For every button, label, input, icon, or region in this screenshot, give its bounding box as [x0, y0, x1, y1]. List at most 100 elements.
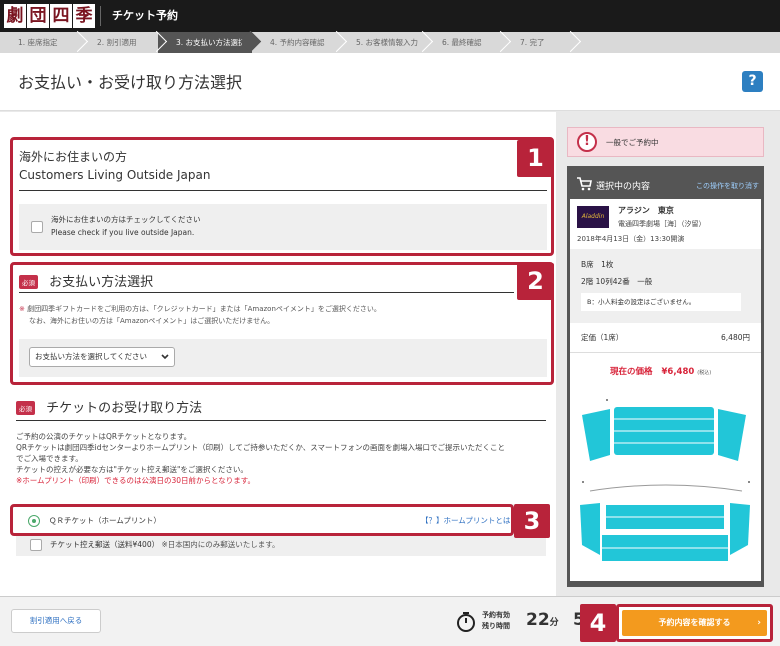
section1-title-ja: 海外にお住まいの方: [19, 150, 128, 164]
top-bar: 劇 団 四 季 チケット予約: [0, 0, 780, 32]
section2-divider: [19, 292, 514, 293]
gift-card-note: ※ 劇団四季ギフトカードをご利用の方は、「クレジットカード」または「Amazon…: [19, 303, 381, 327]
page-title: お支払い・お受け取り方法選択: [18, 73, 243, 92]
step-6: 6. 最終確認: [424, 32, 502, 53]
confirm-button-frame: 予約内容を確認する ›: [616, 604, 773, 642]
payment-select-row: お支払い方法を選択してください: [19, 339, 547, 377]
back-to-discount-button[interactable]: 割引適用へ戻る: [11, 609, 101, 633]
section2-heading: 必須 お支払い方法選択: [19, 271, 153, 290]
summary-card: Aladdin アラジン 東京 電通四季劇場［海］（汐留） 2018年4月13日…: [570, 199, 761, 581]
current-price-label: 現在の価格: [610, 367, 653, 377]
section1-title-en: Customers Living Outside Japan: [19, 168, 211, 182]
logo-char: 四: [50, 4, 72, 28]
step-2: 2. 割引適用: [79, 32, 158, 53]
step-3-current: 3. お支払い方法選択: [158, 32, 252, 53]
checkbox-label-en: Please check if you live outside Japan.: [51, 228, 195, 237]
payment-select-value: お支払い方法を選択してください: [35, 352, 148, 361]
show-poster: Aladdin: [577, 206, 609, 228]
section-outside-japan: 海外にお住まいの方 Customers Living Outside Japan…: [10, 137, 554, 256]
mail-label: チケット控え郵送（送料¥400）: [50, 540, 160, 549]
mail-checkbox[interactable]: [30, 539, 42, 551]
tax-note: (税込): [697, 370, 712, 376]
chevron-right-icon: ›: [757, 618, 761, 628]
callout-number-1: 1: [517, 140, 554, 177]
timer-label: 予約有効 残り時間: [482, 610, 510, 632]
show-date: 2018年4月13日（金）13:30開演: [577, 235, 685, 243]
minutes-unit: 分: [549, 618, 559, 628]
confirm-label: 予約内容を確認する: [658, 618, 731, 627]
desc-line-2: QRチケットは劇団四季idセンターよりホームプリント（印刷）してご持参いただくか…: [16, 443, 506, 452]
mail-note: ※日本国内にのみ郵送いたします。: [161, 540, 280, 549]
logo-char: 劇: [4, 4, 26, 28]
show-name: アラジン 東京: [618, 206, 674, 215]
page-header: お支払い・お受け取り方法選択 ?: [0, 53, 780, 111]
step-1: 1. 座席指定: [0, 32, 79, 53]
note-mark: ※: [19, 305, 25, 313]
callout-number-2: 2: [517, 263, 554, 300]
cancel-link[interactable]: この操作を取り消す: [696, 181, 759, 191]
cart-title: 選択中の内容: [596, 182, 651, 192]
callout-number-3: 3: [514, 504, 550, 538]
timer-minutes: 22分: [526, 610, 559, 630]
cart-header: 選択中の内容 この操作を取り消す: [570, 169, 761, 199]
section3-divider: [16, 420, 546, 421]
qr-ticket-option[interactable]: ＱＲチケット（ホームプリント） 【？】ホームプリントとは: [10, 504, 514, 536]
price-divider: [570, 352, 761, 353]
progress-steps: 1. 座席指定 2. 割引適用 3. お支払い方法選択 4. 予約内容確認 5.…: [0, 32, 780, 53]
home-print-help-link[interactable]: 【？】ホームプリントとは: [421, 515, 510, 526]
seat-number: 2階 10列42番 一般: [581, 277, 653, 286]
booking-type-alert: ! 一般でご予約中: [567, 127, 764, 157]
seat-note: B：小人料金の設定はございません。: [581, 293, 741, 311]
confirm-reservation-button[interactable]: 予約内容を確認する ›: [622, 610, 767, 636]
section1-divider: [19, 190, 547, 191]
step-7: 7. 完了: [502, 32, 572, 53]
mail-option-label: チケット控え郵送（送料¥400） ※日本国内にのみ郵送いたします。: [50, 539, 280, 550]
section3-title: チケットのお受け取り方法: [46, 401, 203, 416]
desc-line-4: チケットの控えが必要な方は"チケット控え郵送"をご選択ください。: [16, 465, 248, 474]
checkbox-label-ja: 海外にお住まいの方はチェックしてください: [51, 215, 201, 224]
minutes-value: 22: [526, 610, 550, 630]
price-label: 定価（1席）: [581, 333, 624, 342]
section2-title: お支払い方法選択: [49, 275, 154, 290]
step-4: 4. 予約内容確認: [252, 32, 338, 53]
venue: 電通四季劇場［海］（汐留）: [618, 220, 706, 228]
cart-icon: [577, 177, 592, 191]
print-warning: ※ホームプリント（印刷）できるのは公演日の30日前からとなります。: [16, 476, 256, 485]
logo-char: 季: [73, 4, 95, 28]
selection-summary: 選択中の内容 この操作を取り消す Aladdin アラジン 東京 電通四季劇場［…: [567, 166, 764, 587]
required-badge: 必須: [16, 400, 35, 415]
ticket-description: ご予約の公演のチケットはQRチケットとなります。 QRチケットは劇団四季idセン…: [16, 431, 546, 486]
stopwatch-icon: [457, 612, 475, 632]
timer-label-1: 予約有効: [482, 611, 510, 619]
current-price-value: ¥6,480: [661, 367, 695, 377]
desc-line-1: ご予約の公演のチケットはQRチケットとなります。: [16, 432, 192, 441]
chevron-down-icon: [161, 354, 169, 360]
callout-number-4: 4: [580, 604, 616, 642]
footer-bar: 割引適用へ戻る 予約有効 残り時間 22分 5 4 予約内容を確認する ›: [0, 596, 780, 646]
step-5: 5. お客様情報入力: [338, 32, 424, 53]
price-value: 6,480円: [721, 333, 750, 342]
seat-map: [580, 399, 750, 561]
outside-japan-checkbox[interactable]: [31, 221, 43, 233]
logo-divider: [100, 6, 101, 26]
note-line-2: なお、海外にお住いの方は「Amazonペイメント」はご選択いただけません。: [29, 317, 275, 325]
seat-type: B席 1枚: [581, 260, 614, 269]
help-button[interactable]: ?: [742, 71, 763, 92]
timer-label-2: 残り時間: [482, 622, 510, 630]
desc-line-3: でご入場できます。: [16, 454, 83, 463]
note-line-1: 劇団四季ギフトカードをご利用の方は、「クレジットカード」または「Amazonペイ…: [27, 305, 381, 313]
seat-info: B席 1枚 2階 10列42番 一般 B：小人料金の設定はございません。: [570, 249, 761, 323]
section-payment-method: 必須 お支払い方法選択 ※ 劇団四季ギフトカードをご利用の方は、「クレジットカー…: [10, 262, 554, 385]
required-badge: 必須: [19, 274, 38, 289]
alert-icon: !: [577, 132, 597, 152]
outside-japan-checkbox-row[interactable]: 海外にお住まいの方はチェックしてください Please check if you…: [19, 204, 547, 250]
shiki-logo[interactable]: 劇 団 四 季: [4, 4, 96, 28]
qr-option-label: ＱＲチケット（ホームプリント）: [49, 516, 161, 525]
qr-radio[interactable]: [28, 515, 40, 527]
app-title: チケット予約: [112, 9, 178, 22]
logo-char: 団: [27, 4, 49, 28]
payment-method-select[interactable]: お支払い方法を選択してください: [29, 347, 175, 367]
current-price: 現在の価格 ¥6,480 (税込): [610, 365, 711, 377]
section3-heading: 必須 チケットのお受け取り方法: [16, 397, 202, 416]
alert-text: 一般でご予約中: [606, 138, 659, 147]
